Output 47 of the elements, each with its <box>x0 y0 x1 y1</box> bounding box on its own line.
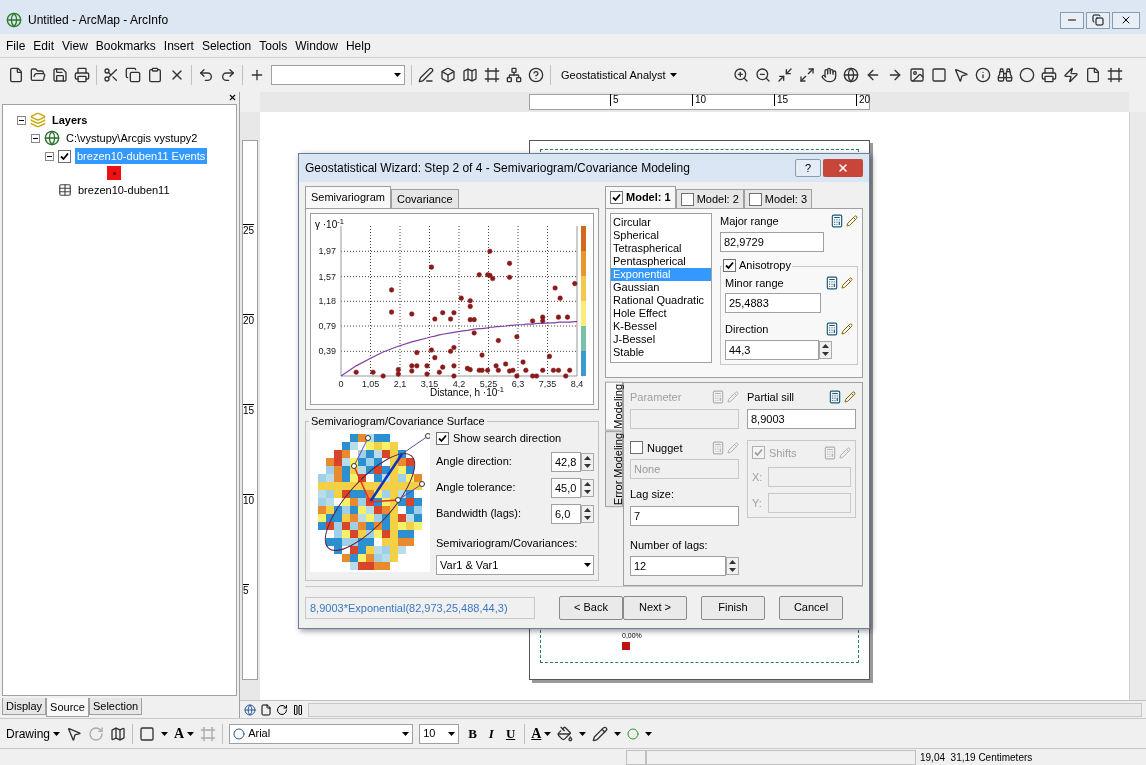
tick-label: 6,3 <box>511 379 525 388</box>
ruler-label: 15 <box>243 404 255 416</box>
field-label: Angle tolerance: <box>436 480 517 496</box>
field-label: Direction <box>725 322 769 337</box>
checkbox-label: Shifts <box>769 445 797 461</box>
ruler-label: 20 <box>856 94 871 106</box>
y-axis-label: γ ·10$^{-1}$ <box>315 220 344 230</box>
tick-label: 3,15 <box>420 379 439 388</box>
group-title: Semivariogram/Covariance Surface <box>309 414 487 428</box>
tick-label: 7,35 <box>538 379 557 388</box>
field-label: Parameter <box>630 390 682 405</box>
tick-label: 5,25 <box>479 379 498 388</box>
field-label: Bandwidth (lags): <box>436 506 522 522</box>
tick-label: 2,1 <box>393 379 407 388</box>
checkbox-label: Show search direction <box>453 431 562 446</box>
tick-label: 1,18 <box>318 296 336 307</box>
window-title: Untitled - ArcMap - ArcInfo <box>28 12 170 29</box>
ruler-label: 5 <box>610 94 619 106</box>
field-label: Major range <box>720 214 779 229</box>
tick-label: 0 <box>338 379 344 388</box>
tick-label: 0,39 <box>318 346 336 357</box>
ruler-label: 20 <box>243 314 255 326</box>
field-label: Partial sill <box>747 390 795 405</box>
field-label: Number of lags: <box>630 537 709 553</box>
coordinates: 19,04 31,19 Centimeters <box>919 750 1034 765</box>
checkbox-label: Anisotropy <box>739 257 791 273</box>
field-label: Semivariogram/Covariances: <box>436 535 579 551</box>
x-axis-label: Distance, h ·10$^{-1}$ <box>430 388 504 398</box>
model-formula: 8,9003*Exponential(82,973,25,488,44,3) <box>305 596 535 619</box>
tick-label: 0,79 <box>318 321 336 331</box>
field-label: X: <box>752 469 763 485</box>
ruler-label: 5 <box>243 584 249 596</box>
field-label: Lag size: <box>630 487 676 502</box>
field-label: Minor range <box>725 275 784 291</box>
tick-label: 4,2 <box>452 379 466 388</box>
checkbox-label: Nugget <box>647 440 683 456</box>
field-label: Angle direction: <box>436 454 513 470</box>
tick-label: 1,57 <box>318 271 336 282</box>
tick-label: 8,4 <box>570 379 584 388</box>
field-label: Y: <box>752 495 762 511</box>
tick-label: 1,05 <box>361 379 380 388</box>
ruler-label: 10 <box>692 94 707 106</box>
ruler-label: 25 <box>243 224 255 236</box>
tick-label: 1,97 <box>318 246 336 257</box>
dialog-title: Geostatistical Wizard: Step 2 of 4 - Semivariogram/Covariance Modeling <box>305 160 691 177</box>
ruler-label: 15 <box>774 94 789 106</box>
ruler-label: 10 <box>243 494 255 506</box>
